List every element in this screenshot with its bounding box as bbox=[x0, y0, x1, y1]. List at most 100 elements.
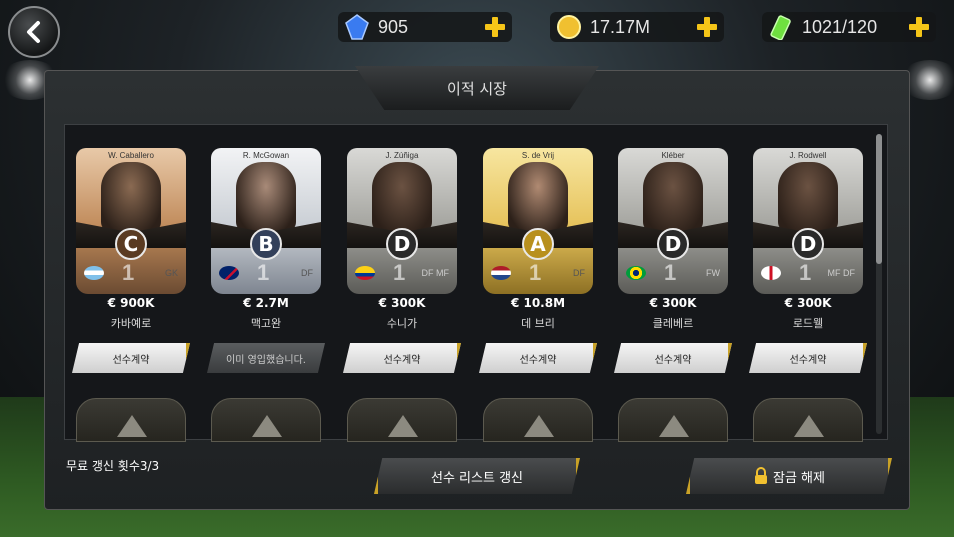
panel-title: 이적 시장 bbox=[355, 66, 599, 110]
battery-icon bbox=[770, 15, 791, 40]
player-price: € 300K bbox=[784, 296, 832, 310]
gem-counter: 905 bbox=[338, 12, 512, 42]
refresh-button-label: 선수 리스트 갱신 bbox=[431, 470, 523, 486]
sign-button-label: 선수계약 bbox=[789, 354, 827, 366]
chevron-left-icon bbox=[27, 21, 40, 43]
card-level: 1 bbox=[799, 260, 812, 285]
player-price: € 10.8M bbox=[510, 296, 566, 310]
player-price: € 300K bbox=[378, 296, 426, 310]
card-player-name: Kléber bbox=[661, 151, 685, 160]
nation-flag-icon bbox=[355, 266, 375, 280]
card-player-name: W. Caballero bbox=[108, 151, 154, 160]
unlock-button[interactable]: 잠금 해제 bbox=[686, 458, 892, 494]
gem-value: 905 bbox=[378, 16, 409, 37]
add-energy-button[interactable] bbox=[908, 16, 930, 38]
energy-counter: 1021/120 bbox=[762, 12, 936, 42]
player-price: € 300K bbox=[649, 296, 697, 310]
sign-button-label: 선수계약 bbox=[112, 354, 150, 366]
card-level: 1 bbox=[257, 260, 270, 285]
coin-counter: 17.17M bbox=[550, 12, 724, 42]
sign-button-label: 선수계약 bbox=[654, 354, 692, 366]
player-position: MF DF bbox=[827, 268, 856, 278]
coin-value: 17.17M bbox=[590, 16, 651, 37]
grade-badge: D bbox=[386, 228, 418, 260]
grade-badge: C bbox=[115, 228, 147, 260]
card-player-name: J. Zúñiga bbox=[385, 151, 419, 160]
card-player-name: J. Rodwell bbox=[789, 151, 827, 160]
sign-player-button[interactable]: 선수계약 bbox=[749, 343, 867, 373]
player-position: DF bbox=[573, 268, 585, 278]
sign-player-button[interactable]: 선수계약 bbox=[614, 343, 732, 373]
sign-player-button[interactable]: 선수계약 bbox=[343, 343, 461, 373]
grade-badge: D bbox=[792, 228, 824, 260]
card-player-name: R. McGowan bbox=[242, 151, 290, 160]
player-portrait bbox=[101, 162, 161, 232]
lock-icon bbox=[755, 467, 767, 484]
player-card[interactable]: J. Zúñiga D 1 DF MF bbox=[347, 148, 457, 294]
free-refresh-count: 무료 갱신 횟수3/3 bbox=[66, 459, 160, 473]
coin-icon bbox=[557, 15, 581, 39]
player-position: FW bbox=[706, 268, 720, 278]
grade-badge: A bbox=[522, 228, 554, 260]
player-position: DF bbox=[301, 268, 313, 278]
player-name: 데 브리 bbox=[521, 317, 555, 330]
nation-flag-icon bbox=[626, 266, 646, 280]
locked-slot bbox=[753, 398, 863, 442]
triangle-icon bbox=[388, 415, 418, 437]
player-card[interactable]: J. Rodwell D 1 MF DF bbox=[753, 148, 863, 294]
card-level: 1 bbox=[529, 260, 542, 285]
nation-flag-icon bbox=[761, 266, 781, 280]
player-name: 클레베르 bbox=[652, 317, 694, 330]
triangle-icon bbox=[117, 415, 147, 437]
player-portrait bbox=[643, 162, 703, 232]
card-level: 1 bbox=[664, 260, 677, 285]
unlock-button-label: 잠금 해제 bbox=[773, 470, 825, 486]
player-portrait bbox=[236, 162, 296, 232]
grade-badge: D bbox=[657, 228, 689, 260]
locked-slot bbox=[211, 398, 321, 442]
locked-slot bbox=[618, 398, 728, 442]
card-player-name: S. de Vrij bbox=[521, 151, 555, 160]
grade-badge: B bbox=[250, 228, 282, 260]
already-signed-button[interactable]: 이미 영입했습니다. bbox=[207, 343, 325, 373]
player-portrait bbox=[508, 162, 568, 232]
sign-button-label: 선수계약 bbox=[519, 354, 557, 366]
nation-flag-icon bbox=[219, 266, 239, 280]
back-button[interactable] bbox=[8, 6, 60, 58]
refresh-player-list-button[interactable]: 선수 리스트 갱신 bbox=[374, 458, 580, 494]
card-level: 1 bbox=[122, 260, 135, 285]
locked-slot bbox=[347, 398, 457, 442]
player-name: 카바예로 bbox=[110, 317, 152, 330]
player-card[interactable]: R. McGowan B 1 DF bbox=[211, 148, 321, 294]
gem-icon bbox=[345, 14, 369, 40]
energy-value: 1021/120 bbox=[802, 16, 878, 37]
player-position: DF MF bbox=[421, 268, 450, 278]
scrollbar-thumb[interactable] bbox=[876, 134, 882, 264]
nation-flag-icon bbox=[84, 266, 104, 280]
player-card[interactable]: Kléber D 1 FW bbox=[618, 148, 728, 294]
player-position: GK bbox=[164, 268, 178, 278]
triangle-icon bbox=[524, 415, 554, 437]
card-level: 1 bbox=[393, 260, 406, 285]
scrollbar[interactable] bbox=[876, 134, 882, 434]
add-coins-button[interactable] bbox=[696, 16, 718, 38]
player-price: € 2.7M bbox=[243, 296, 289, 310]
triangle-icon bbox=[252, 415, 282, 437]
player-card[interactable]: W. Caballero C 1 GK bbox=[76, 148, 186, 294]
player-portrait bbox=[778, 162, 838, 232]
triangle-icon bbox=[659, 415, 689, 437]
sign-player-button[interactable]: 선수계약 bbox=[479, 343, 597, 373]
player-card[interactable]: S. de Vrij A 1 DF bbox=[483, 148, 593, 294]
player-portrait bbox=[372, 162, 432, 232]
player-name: 로드웰 bbox=[792, 317, 824, 330]
sign-player-button[interactable]: 선수계약 bbox=[72, 343, 190, 373]
add-gems-button[interactable] bbox=[484, 16, 506, 38]
triangle-icon bbox=[794, 415, 824, 437]
sign-button-label: 이미 영입했습니다. bbox=[226, 354, 306, 366]
locked-slot bbox=[76, 398, 186, 442]
locked-slot bbox=[483, 398, 593, 442]
sign-button-label: 선수계약 bbox=[383, 354, 421, 366]
player-name: 수니가 bbox=[386, 317, 418, 330]
player-name: 맥고완 bbox=[250, 317, 282, 330]
nation-flag-icon bbox=[491, 266, 511, 280]
